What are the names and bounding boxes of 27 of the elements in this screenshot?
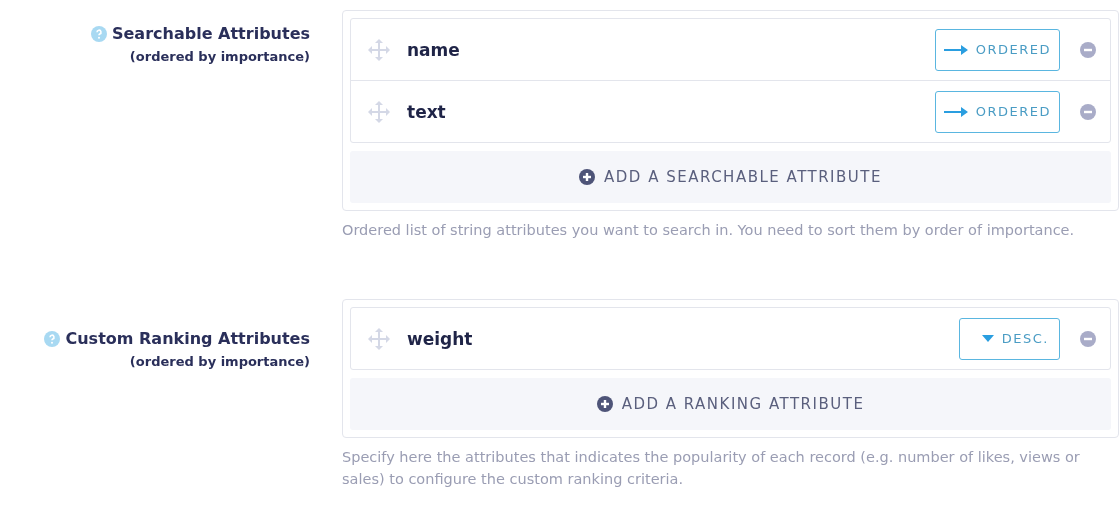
attribute-name: name xyxy=(407,39,461,60)
order-button[interactable]: DESC. xyxy=(958,317,1060,360)
section-title: Searchable Attributes xyxy=(112,24,310,43)
help-text: Specify here the attributes that indicates the popularity of each record (e.g. number of likes, views or sales) to configure the custom ranking criteria. xyxy=(342,448,1081,489)
attribute-name: weight xyxy=(407,328,474,349)
drag-handle-icon[interactable] xyxy=(367,37,391,62)
remove-icon[interactable] xyxy=(1080,103,1096,120)
add-icon xyxy=(579,169,596,185)
caret-down-icon xyxy=(981,334,994,343)
section-subtitle: (ordered by importance) xyxy=(129,49,310,64)
add-attribute-button[interactable]: ADD A RANKING ATTRIBUTE xyxy=(350,378,1111,430)
help-icon[interactable] xyxy=(44,330,61,347)
attribute-name: text xyxy=(407,101,447,122)
remove-icon[interactable] xyxy=(1080,330,1096,347)
help-icon[interactable] xyxy=(91,25,107,42)
section-title: Custom Ranking Attributes xyxy=(65,329,310,348)
remove-icon[interactable] xyxy=(1080,41,1096,58)
drag-handle-icon[interactable] xyxy=(367,99,391,124)
help-text: Ordered list of string attributes you want to search in. You need to sort them by order of importance. xyxy=(342,221,1076,240)
section-subtitle: (ordered by importance) xyxy=(129,354,310,369)
order-button[interactable]: ORDERED xyxy=(934,28,1060,71)
arrow-right-icon xyxy=(943,44,968,55)
arrow-right-icon xyxy=(943,106,968,117)
add-attribute-button[interactable]: ADD A SEARCHABLE ATTRIBUTE xyxy=(350,151,1111,203)
order-button[interactable]: ORDERED xyxy=(934,90,1060,133)
drag-handle-icon[interactable] xyxy=(367,326,391,351)
add-icon xyxy=(596,396,613,412)
